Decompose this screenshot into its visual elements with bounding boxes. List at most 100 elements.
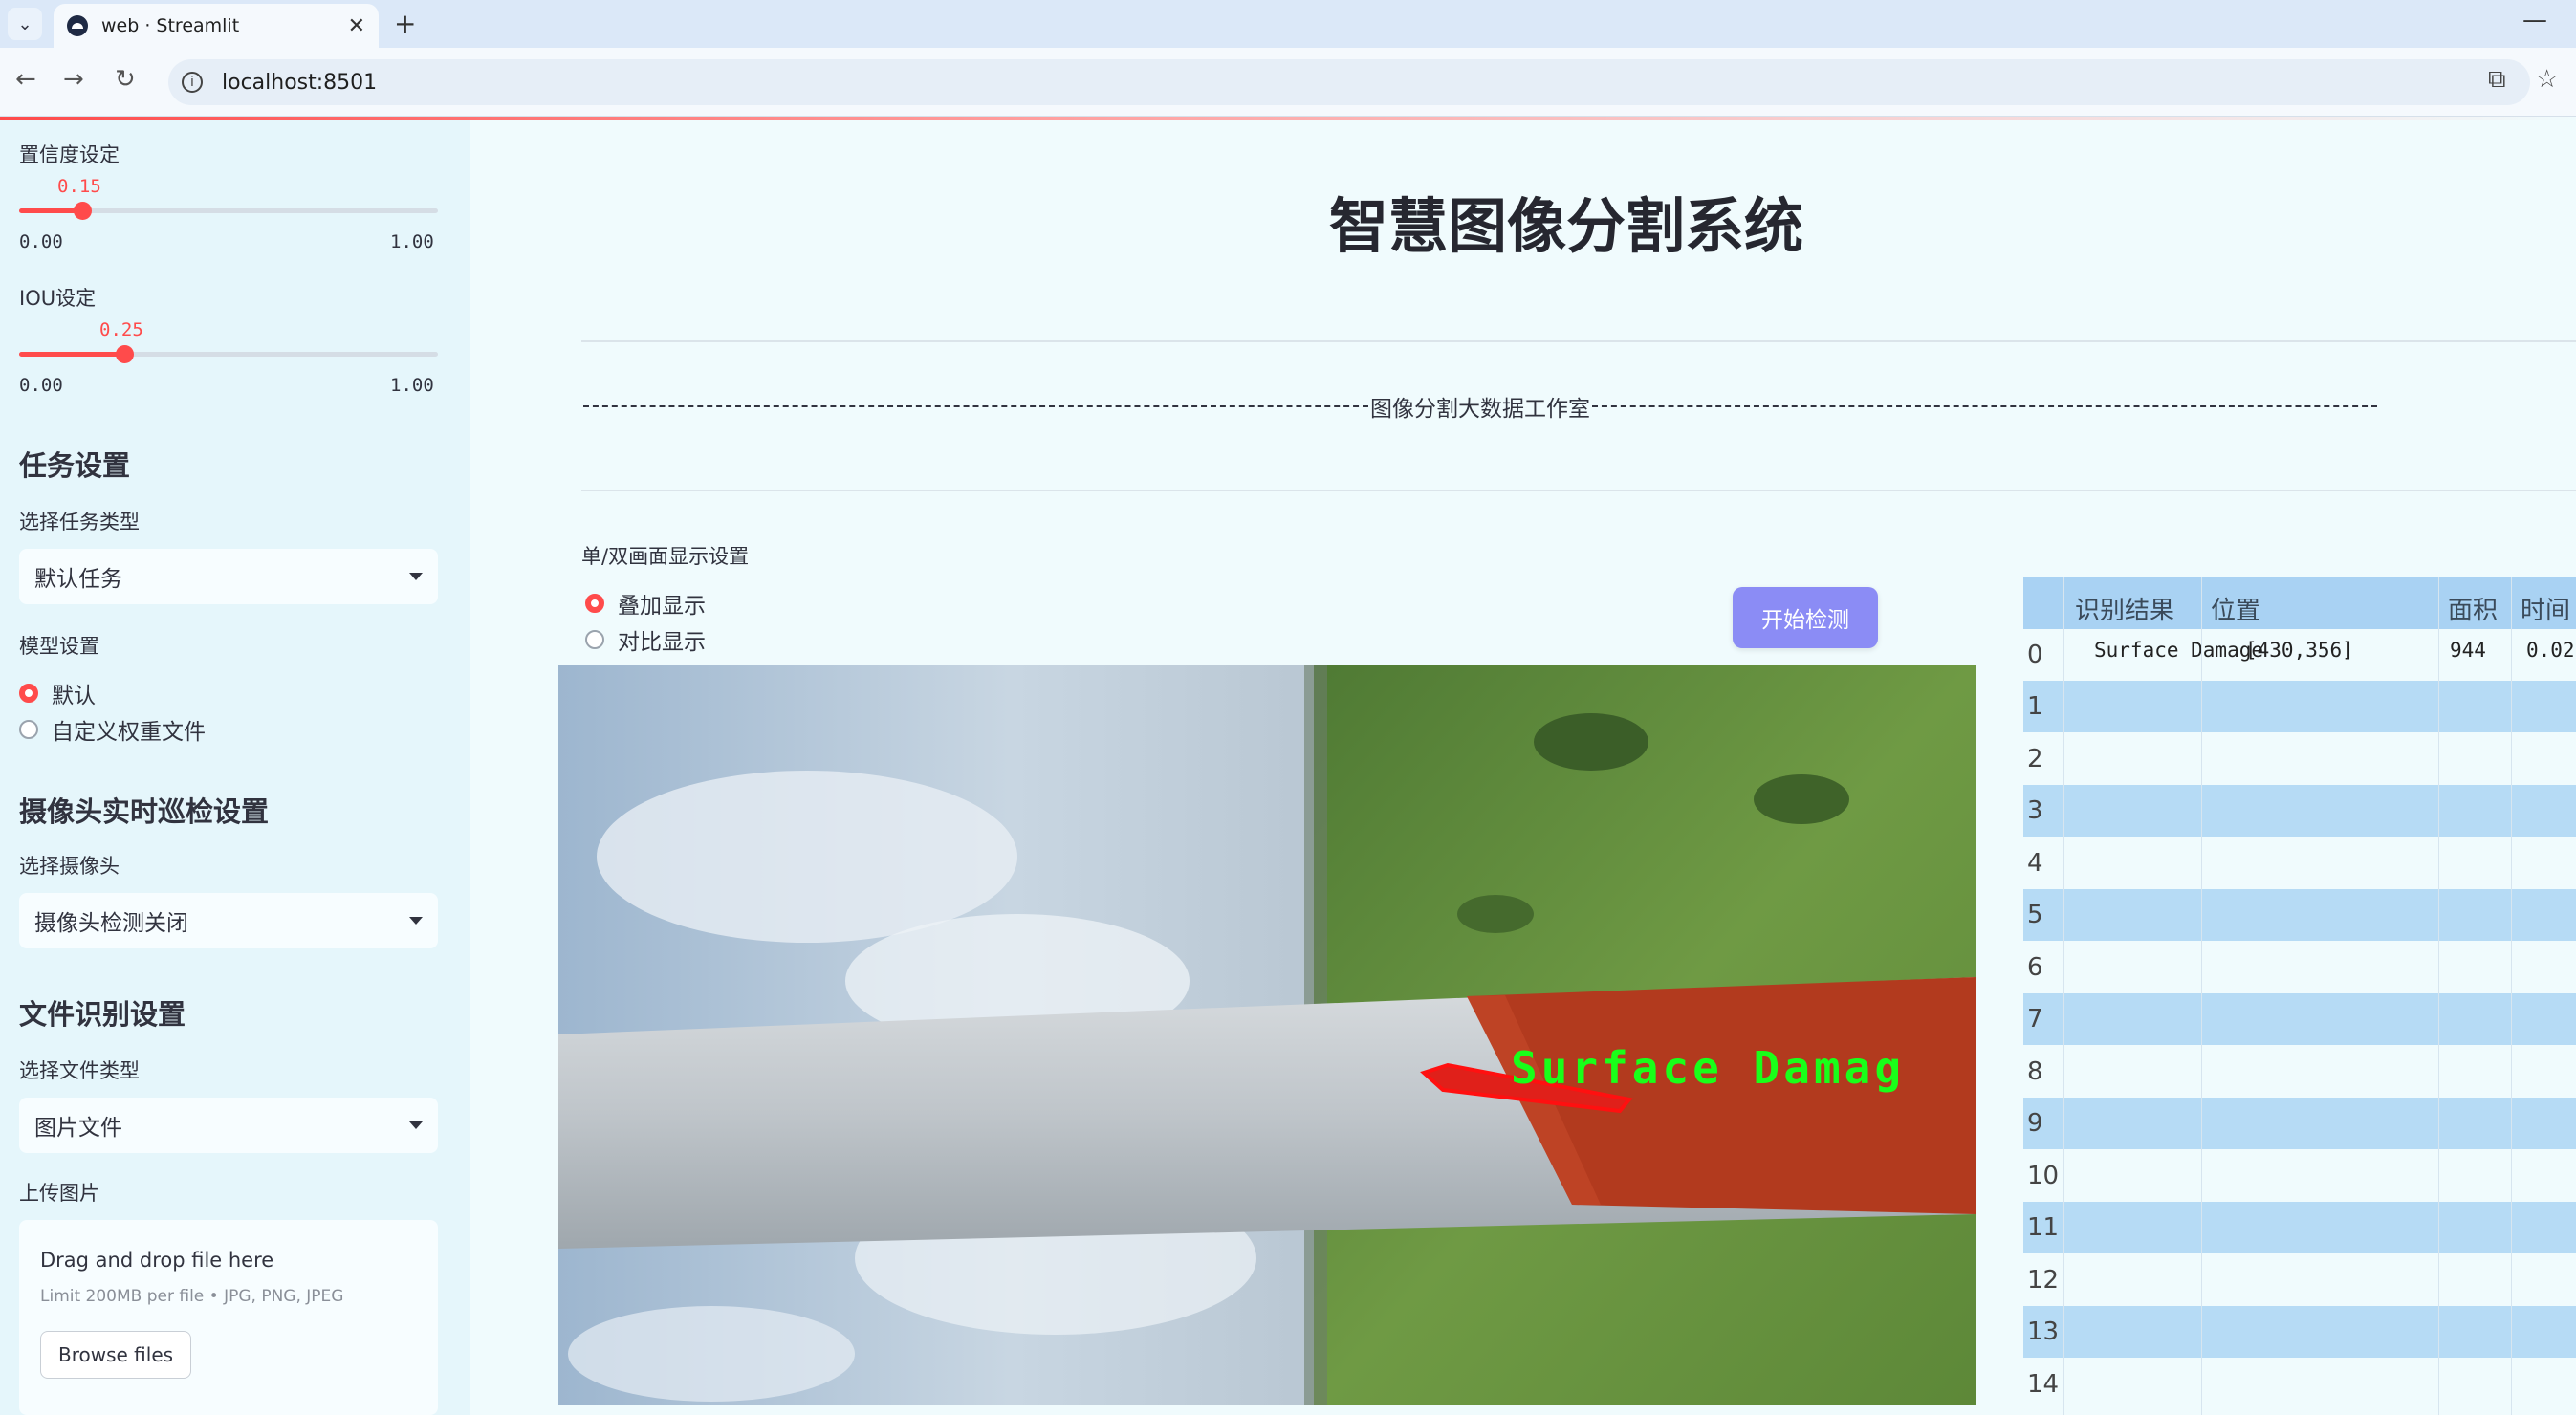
iou-slider-fill: [19, 352, 124, 357]
browser-tab-bar: ⌄ web · Streamlit ✕ + —: [0, 0, 2576, 48]
browser-tab[interactable]: web · Streamlit ✕: [54, 4, 379, 48]
studio-banner: 图像分割大数据工作室: [581, 390, 2379, 423]
iou-slider-thumb[interactable]: [115, 345, 134, 363]
detection-image: Surface Damag: [558, 665, 1976, 1405]
url-input[interactable]: i localhost:8501: [168, 59, 2530, 105]
table-row[interactable]: 9: [2023, 1098, 2576, 1149]
row-index: 11: [2027, 1213, 2060, 1242]
iou-slider[interactable]: [19, 345, 438, 363]
table-row[interactable]: 7: [2023, 993, 2576, 1045]
task-type-value: 默认任务: [34, 567, 122, 592]
confidence-min: 0.00: [19, 231, 63, 252]
task-section-heading: 任务设置: [19, 449, 131, 482]
divider: [581, 490, 2576, 491]
table-row[interactable]: 1: [2023, 681, 2576, 732]
close-icon[interactable]: ✕: [348, 14, 365, 38]
model-option-label: 默认: [52, 684, 96, 708]
model-label: 模型设置: [19, 635, 99, 658]
divider: [581, 340, 2576, 342]
time-cell: 0.02: [2526, 639, 2575, 662]
row-index: 7: [2027, 1005, 2043, 1034]
radio-unselected-icon: [19, 720, 38, 739]
row-index: 1: [2027, 692, 2043, 721]
table-header: 识别结果 位置 面积 时间: [2023, 577, 2576, 629]
file-dropzone[interactable]: Drag and drop file here Limit 200MB per …: [19, 1220, 438, 1415]
table-row[interactable]: 3: [2023, 785, 2576, 837]
display-radio-compare[interactable]: 对比显示: [585, 623, 706, 656]
camera-label: 选择摄像头: [19, 855, 120, 878]
file-section-heading: 文件识别设置: [19, 998, 186, 1031]
translate-icon[interactable]: ⧉: [2488, 65, 2506, 95]
row-index: 3: [2027, 796, 2043, 825]
minimize-icon[interactable]: —: [2522, 6, 2547, 34]
column-header[interactable]: 面积: [2448, 591, 2498, 626]
row-index: 13: [2027, 1317, 2060, 1346]
row-index: 5: [2027, 901, 2043, 929]
row-index: 6: [2027, 952, 2043, 982]
back-icon[interactable]: ←: [15, 65, 36, 94]
model-option-label: 自定义权重文件: [52, 720, 206, 745]
dropzone-title: Drag and drop file here: [40, 1249, 274, 1272]
table-row[interactable]: 6: [2023, 941, 2576, 993]
model-radio-custom[interactable]: 自定义权重文件: [19, 713, 206, 746]
camera-select[interactable]: 摄像头检测关闭: [19, 893, 438, 948]
radio-unselected-icon: [585, 630, 604, 649]
table-row[interactable]: 0 Surface Damage [430,356] 944 0.02: [2023, 629, 2576, 681]
table-row[interactable]: 8: [2023, 1045, 2576, 1098]
result-cell: Surface Damage: [2094, 639, 2264, 662]
column-header[interactable]: 时间: [2521, 591, 2570, 626]
reload-icon[interactable]: ↻: [115, 65, 136, 94]
row-index: 9: [2027, 1109, 2043, 1138]
start-detection-button[interactable]: 开始检测: [1733, 587, 1878, 648]
column-divider: [2511, 577, 2512, 1415]
forward-icon[interactable]: →: [63, 65, 84, 94]
results-table[interactable]: 识别结果 位置 面积 时间 0 Surface Damage [430,356]…: [2023, 577, 2576, 1415]
detection-label: Surface Damag: [1511, 1042, 1906, 1094]
confidence-slider-thumb[interactable]: [73, 202, 92, 220]
star-icon[interactable]: ☆: [2536, 65, 2558, 94]
camera-value: 摄像头检测关闭: [34, 911, 188, 936]
info-icon[interactable]: i: [182, 72, 203, 93]
file-type-select[interactable]: 图片文件: [19, 1098, 438, 1153]
model-radio-default[interactable]: 默认: [19, 677, 96, 709]
column-header[interactable]: 识别结果: [2075, 591, 2174, 626]
plus-icon[interactable]: +: [394, 8, 416, 39]
task-type-label: 选择任务类型: [19, 511, 140, 533]
confidence-value: 0.15: [57, 176, 101, 197]
area-cell: 944: [2450, 639, 2486, 662]
table-row[interactable]: 12: [2023, 1253, 2576, 1306]
dropzone-limit: Limit 200MB per file • JPG, PNG, JPEG: [40, 1287, 344, 1306]
iou-max: 1.00: [390, 375, 434, 396]
row-index: 2: [2027, 744, 2043, 773]
radio-selected-icon: [19, 684, 38, 703]
tab-menu-icon[interactable]: ⌄: [8, 8, 42, 40]
chevron-down-icon: [409, 573, 423, 580]
position-cell: [430,356]: [2245, 639, 2354, 662]
table-row[interactable]: 4: [2023, 837, 2576, 889]
file-type-label: 选择文件类型: [19, 1059, 140, 1082]
row-index: 14: [2027, 1369, 2060, 1399]
display-radio-overlay[interactable]: 叠加显示: [585, 587, 706, 620]
chevron-down-icon: [409, 1121, 423, 1129]
chevron-down-icon: [409, 917, 423, 925]
iou-value: 0.25: [99, 319, 143, 340]
table-row[interactable]: 13: [2023, 1306, 2576, 1358]
table-row[interactable]: 14: [2023, 1358, 2576, 1410]
upload-label: 上传图片: [19, 1182, 99, 1205]
studio-name: 图像分割大数据工作室: [1370, 397, 1590, 422]
streamlit-icon: [67, 15, 88, 36]
camera-section-heading: 摄像头实时巡检设置: [19, 795, 270, 828]
task-type-select[interactable]: 默认任务: [19, 549, 438, 604]
table-row[interactable]: 5: [2023, 889, 2576, 941]
confidence-slider[interactable]: [19, 202, 438, 220]
table-row[interactable]: 10: [2023, 1149, 2576, 1202]
table-row[interactable]: 11: [2023, 1202, 2576, 1253]
tab-title: web · Streamlit: [101, 15, 240, 36]
confidence-max: 1.00: [390, 231, 434, 252]
url-text: localhost:8501: [222, 70, 378, 95]
browse-files-button[interactable]: Browse files: [40, 1331, 192, 1379]
table-row[interactable]: 2: [2023, 732, 2576, 785]
column-header[interactable]: 位置: [2211, 591, 2260, 626]
iou-min: 0.00: [19, 375, 63, 396]
detection-image-canvas: [558, 665, 1976, 1405]
